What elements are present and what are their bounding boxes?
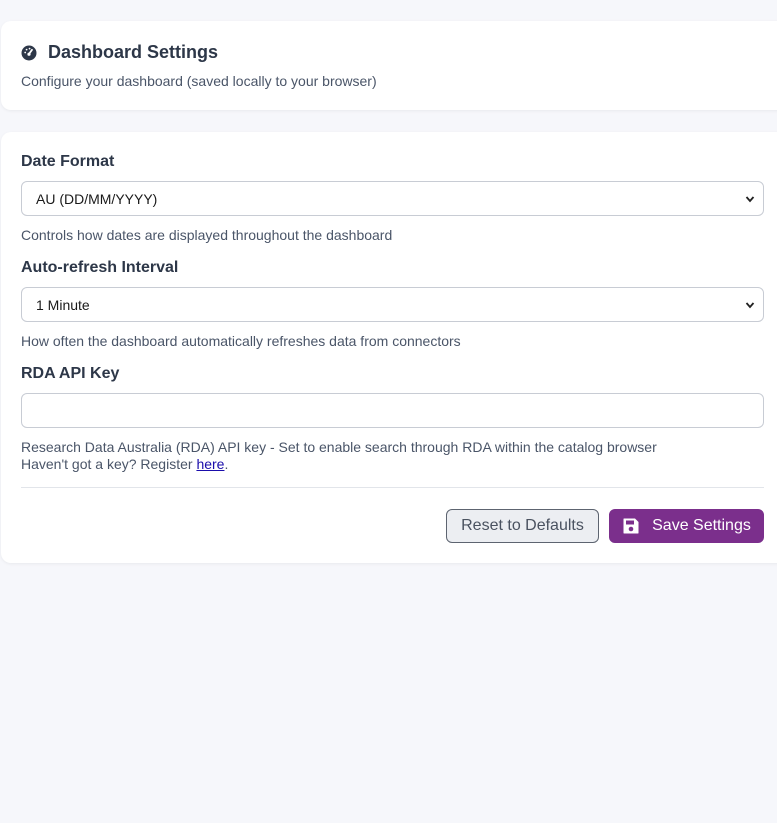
save-settings-button[interactable]: Save Settings	[609, 509, 764, 543]
gauge-icon	[21, 45, 37, 60]
date-format-selected-value: AU (DD/MM/YYYY)	[36, 190, 158, 207]
rda-key-help: Research Data Australia (RDA) API key - …	[21, 439, 657, 455]
rda-key-input[interactable]	[21, 393, 764, 428]
refresh-interval-select[interactable]: 1 Minute	[21, 287, 764, 322]
reset-defaults-button[interactable]: Reset to Defaults	[446, 509, 599, 543]
refresh-interval-help: How often the dashboard automatically re…	[21, 333, 461, 349]
date-format-help: Controls how dates are displayed through…	[21, 227, 393, 243]
refresh-interval-label: Auto-refresh Interval	[21, 259, 179, 276]
rda-key-label: RDA API Key	[21, 365, 120, 382]
page-subtitle: Configure your dashboard (saved locally …	[21, 73, 377, 89]
header-card	[1, 21, 777, 110]
save-settings-label: Save Settings	[652, 517, 751, 534]
rda-register-line: Haven't got a key? Register here.	[21, 456, 228, 472]
page-title: Dashboard Settings	[48, 42, 219, 62]
date-format-select[interactable]: AU (DD/MM/YYYY)	[21, 181, 764, 216]
chevron-down-icon	[745, 302, 755, 309]
refresh-interval-selected-value: 1 Minute	[36, 296, 90, 313]
form-divider	[21, 487, 764, 488]
rda-register-prefix: Haven't got a key? Register	[21, 456, 197, 472]
date-format-label: Date Format	[21, 153, 115, 170]
rda-register-link[interactable]: here	[196, 456, 224, 472]
floppy-disk-icon	[623, 518, 639, 534]
chevron-down-icon	[745, 196, 755, 203]
reset-defaults-label: Reset to Defaults	[461, 517, 584, 534]
page-header: Dashboard Settings	[21, 42, 218, 63]
rda-register-suffix: .	[224, 456, 229, 472]
